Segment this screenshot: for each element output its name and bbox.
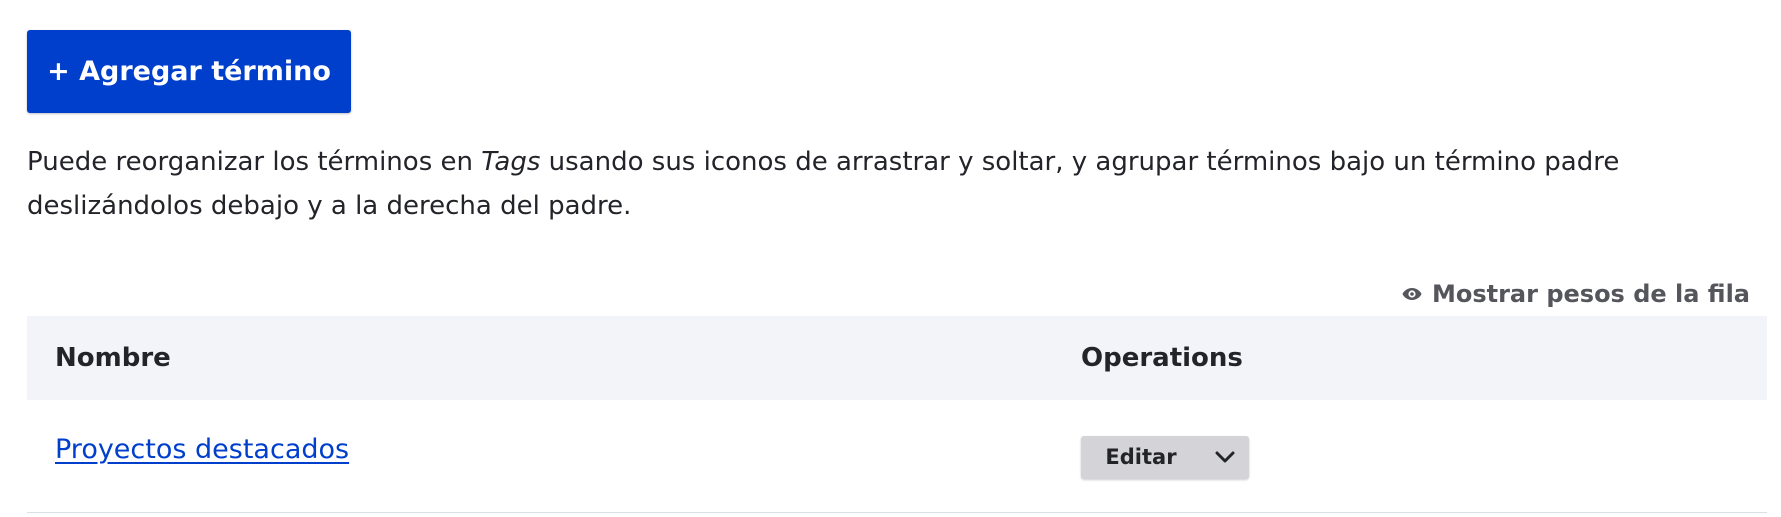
edit-button[interactable]: Editar (1081, 436, 1201, 479)
dropbutton-toggle[interactable] (1201, 436, 1249, 479)
eye-icon (1402, 287, 1422, 301)
help-text-before: Puede reorganizar los términos en (27, 147, 482, 177)
vocabulary-name: Tags (481, 147, 541, 177)
operations-dropbutton: Editar (1081, 436, 1249, 479)
term-link[interactable]: Proyectos destacados (55, 434, 349, 465)
help-text: Puede reorganizar los términos en Tags u… (27, 140, 1747, 228)
show-row-weights-label: Mostrar pesos de la fila (1431, 280, 1750, 308)
chevron-down-icon (1215, 448, 1235, 467)
table-row: Proyectos destacados Editar (27, 400, 1767, 513)
column-header-name: Nombre (55, 343, 171, 373)
show-row-weights-toggle[interactable]: Mostrar pesos de la fila (1402, 276, 1750, 312)
table-header: Nombre Operations (27, 316, 1767, 400)
taxonomy-overview-page: + Agregar término Puede reorganizar los … (0, 0, 1781, 517)
add-term-button[interactable]: + Agregar término (27, 30, 351, 113)
column-header-operations: Operations (1081, 343, 1243, 373)
